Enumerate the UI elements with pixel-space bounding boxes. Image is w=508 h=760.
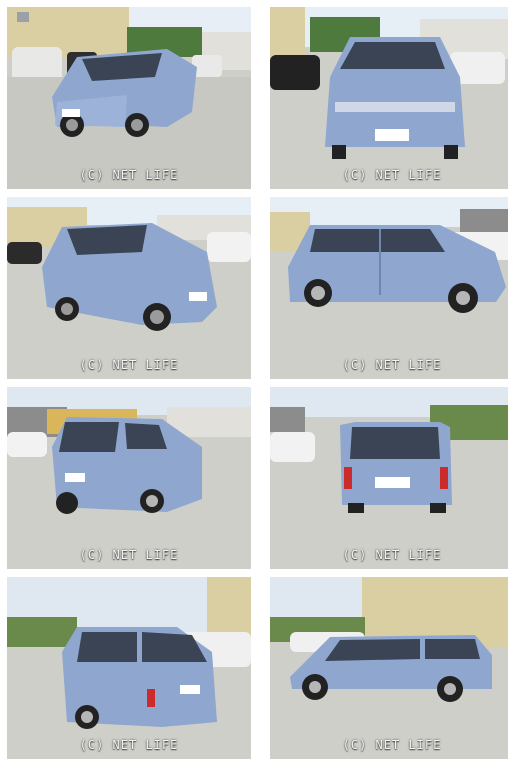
photo-1-image [7, 7, 251, 189]
car-photo-1[interactable]: (C) NET LIFE [7, 7, 251, 189]
car-photo-4[interactable]: (C) NET LIFE [270, 197, 508, 379]
photo-3-image [7, 197, 251, 379]
car-photo-3[interactable]: (C) NET LIFE [7, 197, 251, 379]
photo-gallery: (C) NET LIFE (C) NET LIFE (C) NET LIFE (… [0, 0, 508, 760]
photo-8-image [270, 577, 508, 759]
car-photo-8[interactable]: (C) NET LIFE [270, 577, 508, 759]
watermark: (C) NET LIFE [79, 168, 179, 182]
photo-2-image [270, 7, 508, 189]
photo-5-image [7, 387, 251, 569]
watermark: (C) NET LIFE [342, 358, 442, 372]
car-photo-7[interactable]: (C) NET LIFE [7, 577, 251, 759]
watermark: (C) NET LIFE [79, 548, 179, 562]
photo-6-image [270, 387, 508, 569]
photo-4-image [270, 197, 508, 379]
car-photo-6[interactable]: (C) NET LIFE [270, 387, 508, 569]
car-photo-5[interactable]: (C) NET LIFE [7, 387, 251, 569]
watermark: (C) NET LIFE [79, 738, 179, 752]
watermark: (C) NET LIFE [79, 358, 179, 372]
photo-7-image [7, 577, 251, 759]
watermark: (C) NET LIFE [342, 548, 442, 562]
watermark: (C) NET LIFE [342, 168, 442, 182]
car-photo-2[interactable]: (C) NET LIFE [270, 7, 508, 189]
watermark: (C) NET LIFE [342, 738, 442, 752]
